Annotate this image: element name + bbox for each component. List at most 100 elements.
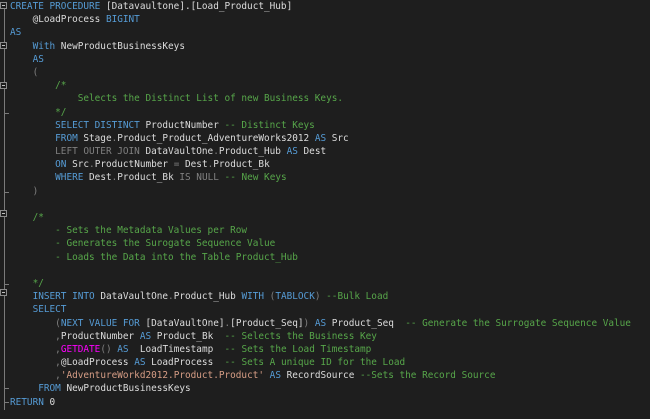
code-line[interactable]: @LoadProcess BIGINT [10,13,631,26]
keyword-token: AS [314,132,327,144]
text-token: Stage [77,132,112,144]
text-token: Product_Bk [151,330,225,342]
code-line[interactable]: - Generates the Surogate Sequence Value [10,237,631,250]
code-line[interactable]: SELECT [10,303,631,316]
code-line[interactable]: AS [10,26,631,39]
code-line[interactable]: ( [10,66,631,79]
text-token: Product_Seq [326,317,406,329]
text-token: Dest [83,172,112,184]
code-line[interactable]: SELECT DISTINCT ProductNumber -- Distinc… [10,119,631,132]
comment-token: - Generates the Surogate Sequence Value [10,238,276,250]
comment-token: -- Selects the Business Key [224,330,377,342]
comment-token: - Sets the Metadata Values per Row [10,225,248,237]
keyword-token: AS [134,357,146,369]
keyword-token: SELECT DISTINCT [55,119,140,131]
code-line[interactable]: RETURN 0 [10,396,631,409]
code-line[interactable]: FROM NewProductBusinessKeys [10,382,631,395]
code-line[interactable]: - Sets the Metadata Values per Row [10,224,631,237]
code-line[interactable]: ) [10,185,631,198]
text-token: NewProductBusinessKeys [55,40,185,52]
comment-token: /* [32,212,44,223]
code-line[interactable] [10,198,631,211]
keyword-token: AS [139,330,152,342]
code-line[interactable]: /* [10,211,631,224]
text-token: ProductNumber [139,119,225,131]
keyword-token: RETURN [10,396,44,408]
fold-end-tick [4,388,9,389]
keyword-token: AS [10,27,22,39]
comment-token: */ [32,277,44,289]
code-line[interactable]: - Loads the Data into the Table Product_… [10,251,631,264]
code-line[interactable]: ,ProductNumber AS Product_Bk -- Selects … [10,330,631,343]
comment-token: */ [55,106,67,118]
comment-token: Selects the Distinct List of new Busines… [10,93,344,105]
code-line[interactable]: ,'AdventureWorkd2012.Product.Product' AS… [10,369,631,382]
text-token: NewProductBusinessKeys [60,383,191,395]
operator-token: ) [32,185,39,197]
text-token: RecordSource [280,370,360,382]
operator-token: ( [32,66,39,78]
text-token: ProductNumber [60,330,140,342]
comment-token: -- Sets A unique ID for the Load [224,357,406,369]
code-line[interactable]: With NewProductBusinessKeys [10,40,631,53]
code-line[interactable]: INSERT INTO DataVaultOne.Product_Hub WIT… [10,290,631,303]
collapse-comment-icon[interactable] [0,82,7,89]
code-line[interactable]: AS [10,53,631,66]
comment-token: -- Sets the Load Timestamp [224,343,372,355]
code-line[interactable]: WHERE Dest.Product_Bk IS NULL -- New Key… [10,171,631,184]
text-token: Src [326,132,349,144]
code-line[interactable]: /* [10,79,631,92]
code-line[interactable]: FROM Stage.Product_Product_AdventureWork… [10,132,631,145]
collapse-insert-icon[interactable] [0,289,7,296]
code-line[interactable]: ,@LoadProcess AS LoadProcess -- Sets A u… [10,356,631,369]
comment-token: --Bulk Load [326,291,389,303]
code-line[interactable]: */ [10,106,631,119]
keyword-token: FROM [55,132,78,144]
code-line[interactable]: (NEXT VALUE FOR [DataVaultOne].[Product_… [10,317,631,330]
code-line[interactable]: ,GETDATE() AS LoadTimestamp -- Sets the … [10,343,631,356]
operator-token: LEFT OUTER JOIN [55,146,140,158]
comment-token: -- New Keys [224,172,287,184]
text-token: Product_Bk [117,172,180,184]
text-token: @LoadProcess [60,357,135,369]
keyword-token: WITH [241,291,265,303]
code-line[interactable]: ON Src.ProductNumber = Dest.Product_Bk [10,158,631,171]
keyword-token: AS [314,317,327,329]
text-token: Product_Bk [213,159,270,171]
code-line[interactable]: LEFT OUTER JOIN DataVaultOne.Product_Hub… [10,145,631,158]
keyword-token: FROM [38,383,61,395]
fold-end-tick [4,192,9,193]
code-editor[interactable]: CREATE PROCEDURE [Datavaultone].[Load_Pr… [0,0,650,419]
text-token: [Product_Seq] [230,317,304,329]
keyword-token: AS [269,370,281,382]
code-line[interactable]: */ [10,277,631,290]
code-text-area[interactable]: CREATE PROCEDURE [Datavaultone].[Load_Pr… [10,0,631,409]
collapse-procedure-icon[interactable] [0,2,7,9]
keyword-token: TABLOCK [275,291,315,303]
code-line[interactable]: CREATE PROCEDURE [Datavaultone].[Load_Pr… [10,0,631,13]
collapse-cte-icon[interactable] [0,42,7,49]
code-line[interactable]: Selects the Distinct List of new Busines… [10,92,631,105]
operator-token: IS NULL [179,172,219,184]
code-line[interactable] [10,264,631,277]
collapse-comment-icon[interactable] [0,210,7,217]
keyword-token: WHERE [55,172,84,184]
text-token: Product_Product_AdventureWorks2012 [117,132,315,144]
keyword-token: CREATE PROCEDURE [10,1,106,12]
text-token: LoadTimestamp [128,343,225,355]
